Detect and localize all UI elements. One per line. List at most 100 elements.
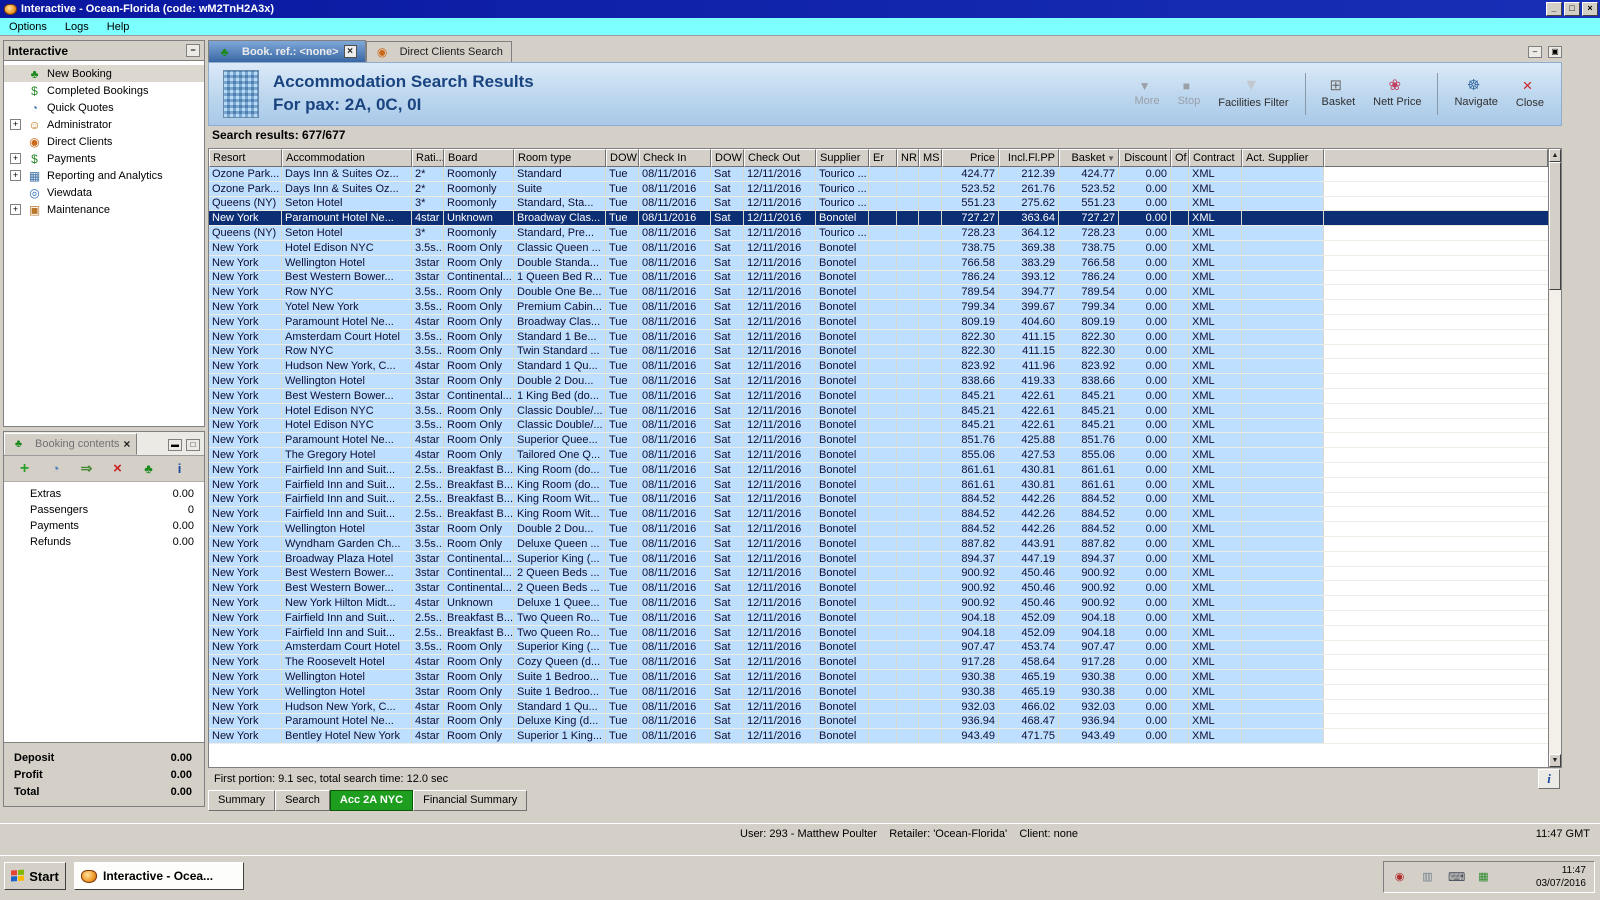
- table-row[interactable]: New York Row NYC 3.5s... Room Only Double On…: [209, 285, 1548, 301]
- bottom-tab-financial-summary[interactable]: Financial Summary: [413, 790, 528, 811]
- tab-direct-clients-search[interactable]: ◉ Direct Clients Search: [365, 41, 512, 62]
- column-header-price[interactable]: Price: [942, 149, 999, 167]
- table-row[interactable]: Ozone Park... Days Inn & Suites Oz... 2* Ro…: [209, 167, 1548, 182]
- table-row[interactable]: New York Hotel Edison NYC 3.5s... Room Only…: [209, 240, 1548, 256]
- table-row[interactable]: New York Wellington Hotel 3star Room Only Do…: [209, 255, 1548, 271]
- table-row[interactable]: New York Row NYC 3.5s... Room Only Twin Stan…: [209, 344, 1548, 360]
- basket-button[interactable]: ⊞ Basket: [1315, 74, 1363, 114]
- table-row[interactable]: New York Paramount Hotel Ne... 4star Room O…: [209, 714, 1548, 730]
- column-header-accommodation[interactable]: Accommodation: [282, 149, 412, 167]
- table-row[interactable]: New York Hudson New York, C... 4star Room O…: [209, 699, 1548, 715]
- keyboard-icon[interactable]: ⌨: [1448, 871, 1465, 883]
- column-header-resort[interactable]: Resort: [209, 149, 282, 167]
- monitor-icon[interactable]: ▦: [1476, 871, 1491, 883]
- table-row[interactable]: New York Best Western Bower... 3star Contin…: [209, 388, 1548, 404]
- table-row[interactable]: New York Fairfield Inn and Suit... 2.5s...…: [209, 492, 1548, 508]
- bottom-tab-search[interactable]: Search: [275, 790, 330, 811]
- table-row[interactable]: Ozone Park... Days Inn & Suites Oz... 2* Ro…: [209, 181, 1548, 197]
- expand-icon[interactable]: +: [10, 204, 21, 215]
- sidebar-item-new-booking[interactable]: ♣ New Booking: [4, 65, 204, 82]
- column-header-room-type[interactable]: Room type: [514, 149, 606, 167]
- column-header-dow[interactable]: DOW: [711, 149, 744, 167]
- table-row[interactable]: New York Wellington Hotel 3star Room Only Su…: [209, 684, 1548, 700]
- column-header-dow[interactable]: DOW: [606, 149, 639, 167]
- column-header-rati[interactable]: Rati...: [412, 149, 444, 167]
- minimize-button[interactable]: _: [1546, 2, 1562, 16]
- table-row[interactable]: New York New York Hilton Midt... 4star Unkn…: [209, 596, 1548, 611]
- tab-close-icon[interactable]: ×: [343, 45, 357, 58]
- table-row[interactable]: New York Hotel Edison NYC 3.5s... Room Only…: [209, 418, 1548, 434]
- table-row[interactable]: Queens (NY) Seton Hotel 3* Roomonly Standard…: [209, 196, 1548, 212]
- nett-price-button[interactable]: ❀ Nett Price: [1366, 74, 1428, 114]
- column-header-act-supplier[interactable]: Act. Supplier: [1242, 149, 1324, 167]
- devices-icon[interactable]: ▥: [1420, 871, 1435, 883]
- availability-button[interactable]: ◔: [48, 462, 66, 476]
- table-row[interactable]: New York Wellington Hotel 3star Room Only Do…: [209, 374, 1548, 389]
- table-row[interactable]: New York Fairfield Inn and Suit... 2.5s...…: [209, 477, 1548, 493]
- collapse-panel-button[interactable]: −: [186, 44, 200, 57]
- column-header-nr[interactable]: NR: [897, 149, 919, 167]
- table-row[interactable]: New York Yotel New York 3.5s... Room Only Pr…: [209, 300, 1548, 315]
- tab-book-ref-none[interactable]: ♣ Book. ref.: <none> ×: [208, 40, 366, 62]
- info-button[interactable]: i: [172, 462, 190, 476]
- sidebar-item-payments[interactable]: + $ Payments: [4, 150, 204, 167]
- close-button[interactable]: × Close: [1509, 73, 1551, 115]
- delete-button[interactable]: ×: [110, 461, 128, 476]
- table-row[interactable]: New York Broadway Plaza Hotel 3star Contine…: [209, 551, 1548, 567]
- sidebar-item-maintenance[interactable]: + ▣ Maintenance: [4, 201, 204, 218]
- column-header-contract[interactable]: Contract: [1189, 149, 1242, 167]
- sidebar-item-administrator[interactable]: + ☺ Administrator: [4, 116, 204, 133]
- table-row[interactable]: New York The Gregory Hotel 4star Room Only T…: [209, 448, 1548, 463]
- table-row[interactable]: New York Fairfield Inn and Suit... 2.5s...…: [209, 462, 1548, 478]
- menu-options[interactable]: Options: [0, 19, 56, 35]
- table-row[interactable]: New York Wellington Hotel 3star Room Only Do…: [209, 522, 1548, 537]
- move-basket-button[interactable]: ⇒: [79, 461, 97, 476]
- sidebar-item-completed-bookings[interactable]: $ Completed Bookings: [4, 82, 204, 99]
- facilities-filter-button[interactable]: ▼ Facilities Filter: [1211, 74, 1295, 115]
- close-tab-icon[interactable]: ×: [123, 437, 130, 451]
- booking-contents-tab[interactable]: ♣ Booking contents ×: [4, 433, 138, 455]
- panel-minimize-button[interactable]: ▬: [168, 439, 182, 451]
- island-button[interactable]: ♣: [141, 462, 159, 476]
- column-header-of[interactable]: Of: [1171, 149, 1189, 167]
- mdi-restore-button[interactable]: ▣: [1548, 46, 1562, 58]
- table-row[interactable]: New York Best Western Bower... 3star Contin…: [209, 581, 1548, 597]
- vertical-scrollbar[interactable]: ▲ ▼: [1548, 149, 1561, 767]
- column-header-er[interactable]: Er: [869, 149, 897, 167]
- add-button[interactable]: +: [17, 460, 35, 477]
- table-row[interactable]: New York Paramount Hotel Ne... 4star Room O…: [209, 433, 1548, 449]
- column-header-supplier[interactable]: Supplier: [816, 149, 869, 167]
- expand-icon[interactable]: +: [10, 170, 21, 181]
- taskbar-task-button[interactable]: Interactive - Ocea...: [74, 862, 244, 890]
- scroll-down-button[interactable]: ▼: [1549, 754, 1561, 767]
- sidebar-item-quick-quotes[interactable]: ◔ Quick Quotes: [4, 99, 204, 116]
- column-header-board[interactable]: Board: [444, 149, 514, 167]
- column-header-incl-fl-pp[interactable]: Incl.Fl.PP: [999, 149, 1059, 167]
- table-row[interactable]: New York Fairfield Inn and Suit... 2.5s...…: [209, 507, 1548, 523]
- close-button[interactable]: ×: [1582, 2, 1598, 16]
- table-row[interactable]: New York Best Western Bower... 3star Contin…: [209, 566, 1548, 582]
- column-header-basket[interactable]: Basket ▼: [1059, 149, 1119, 167]
- table-row[interactable]: New York Fairfield Inn and Suit... 2.5s...…: [209, 625, 1548, 641]
- menu-help[interactable]: Help: [98, 19, 139, 35]
- table-row[interactable]: New York Wyndham Garden Ch... 3.5s... Room …: [209, 536, 1548, 552]
- expand-icon[interactable]: +: [10, 153, 21, 164]
- table-row[interactable]: New York Bentley Hotel New York 4star Room …: [209, 729, 1548, 745]
- column-header-check-in[interactable]: Check In: [639, 149, 711, 167]
- bottom-tab-summary[interactable]: Summary: [208, 790, 276, 811]
- table-row[interactable]: New York Hudson New York, C... 4star Room O…: [209, 359, 1548, 375]
- scroll-up-button[interactable]: ▲: [1549, 149, 1561, 162]
- table-row[interactable]: New York Hotel Edison NYC 3.5s... Room Only…: [209, 403, 1548, 419]
- table-row[interactable]: New York Paramount Hotel Ne... 4star Unknow…: [209, 211, 1548, 227]
- column-header-check-out[interactable]: Check Out: [744, 149, 816, 167]
- table-row[interactable]: New York Fairfield Inn and Suit... 2.5s...…: [209, 610, 1548, 626]
- bottom-tab-acc-2a-nyc[interactable]: Acc 2A NYC: [329, 790, 414, 811]
- sidebar-item-reporting-and-analytics[interactable]: + ▦ Reporting and Analytics: [4, 167, 204, 184]
- column-header-discount[interactable]: Discount: [1119, 149, 1171, 167]
- start-button[interactable]: Start: [4, 862, 66, 890]
- table-row[interactable]: New York Amsterdam Court Hotel 3.5s... Room…: [209, 640, 1548, 656]
- volume-icon[interactable]: ◉: [1392, 871, 1407, 883]
- sidebar-item-direct-clients[interactable]: ◉ Direct Clients: [4, 133, 204, 150]
- navigate-button[interactable]: ☸ Navigate: [1447, 74, 1504, 114]
- info-button[interactable]: i: [1538, 769, 1560, 789]
